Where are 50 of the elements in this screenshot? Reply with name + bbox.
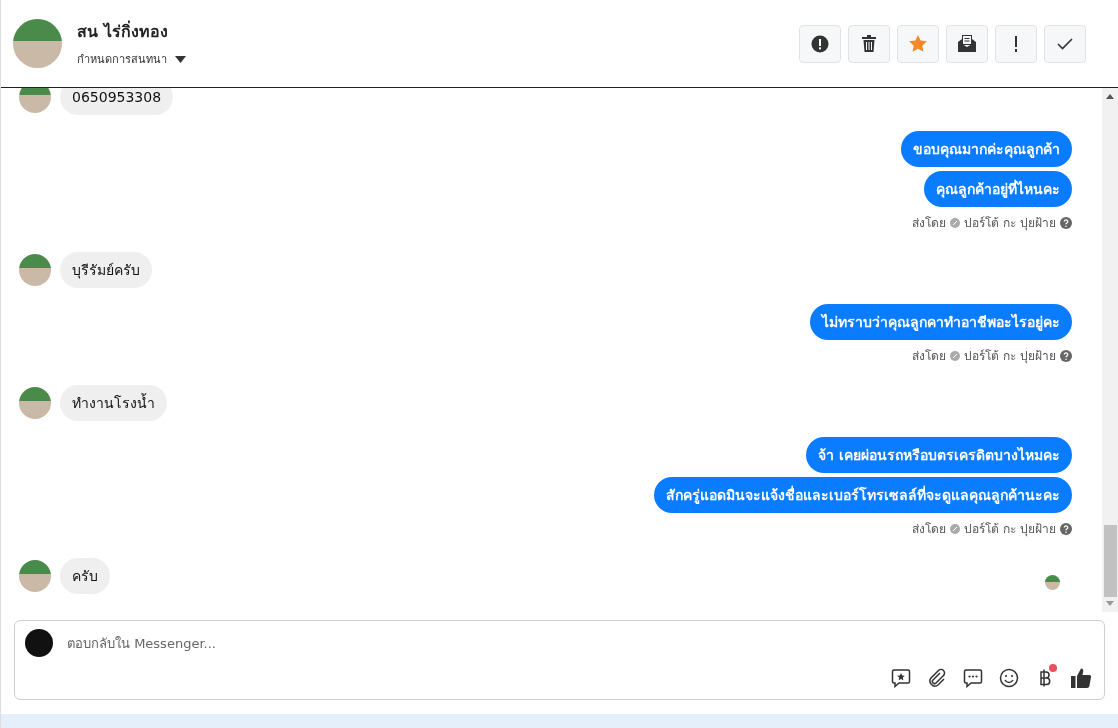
sender-name: ปอร์โต้ กะ ปุยฝ้าย [964,215,1056,232]
star-icon [909,35,927,52]
message-bubble: ทำงานโรงน้ำ [60,385,167,421]
page-logo [25,629,53,657]
message-bubble: จ้า เคยผ่อนรถหรือบตรเครดิตบางไหมคะ [806,437,1072,473]
sender-name: ปอร์โต้ กะ ปุยฝ้าย [964,521,1056,538]
message-bubble: 0650953308 [60,88,174,115]
envelope-icon [958,35,976,52]
message-bubble: ครับ [60,558,110,594]
mail-button[interactable] [946,24,988,63]
message-bubble: สักครู่แอดมินจะแจ้งชื่อและเบอร์โทรเซลล์ที่จะดูแลคุณลูกค้านะคะ [654,477,1072,513]
sent-by-label: ส่งโดย [912,521,947,538]
exclamation-icon [1014,35,1018,52]
star-button[interactable] [897,24,939,63]
message-bubble: บุรีรัมย์ครับ [60,252,152,288]
contact-name: สน ไร่กิ่งทอง [77,19,169,43]
scrollbar-thumb[interactable] [1103,525,1117,597]
help-icon[interactable] [1060,349,1072,362]
speech-bubble-icon [963,668,983,688]
verified-icon [950,523,961,534]
star-bubble-icon [891,668,911,688]
message-bubble: ขอบคุณมากค่ะคุณลูกค้า [901,131,1072,167]
avatar [19,254,51,286]
sent-by-label: ส่งโดย [912,348,947,365]
avatar [19,560,51,592]
done-button[interactable] [1044,24,1086,63]
check-icon [1057,37,1073,50]
help-icon[interactable] [1060,522,1072,535]
message-bubble: ไม่ทราบว่าคุณลูกคาทำอาชีพอะไรอยู่คะ [810,304,1072,340]
trash-button[interactable] [848,24,890,63]
verified-icon [950,217,961,228]
avatar [19,387,51,419]
trash-icon [862,35,876,52]
baht-icon [1039,668,1051,688]
help-icon[interactable] [1060,216,1072,229]
sender-name: ปอร์โต้ กะ ปุยฝ้าย [964,348,1056,365]
smiley-icon [999,668,1019,688]
caret-icon [175,55,186,63]
paperclip-icon [927,668,947,688]
scroll-up-icon[interactable] [1106,94,1114,99]
alert-icon [811,34,829,53]
message-bubble: คุณลูกค้าอยู่ที่ไหนคะ [924,171,1072,207]
conversation-menu[interactable]: กำหนดการสนทนา [77,50,186,68]
alert-button[interactable] [799,24,841,63]
sent-by-label: ส่งโดย [912,215,947,232]
scrollbar[interactable] [1102,88,1118,612]
thumbs-up-icon [1070,667,1092,689]
avatar [13,19,62,68]
verified-icon [950,350,961,361]
avatar [19,88,51,113]
